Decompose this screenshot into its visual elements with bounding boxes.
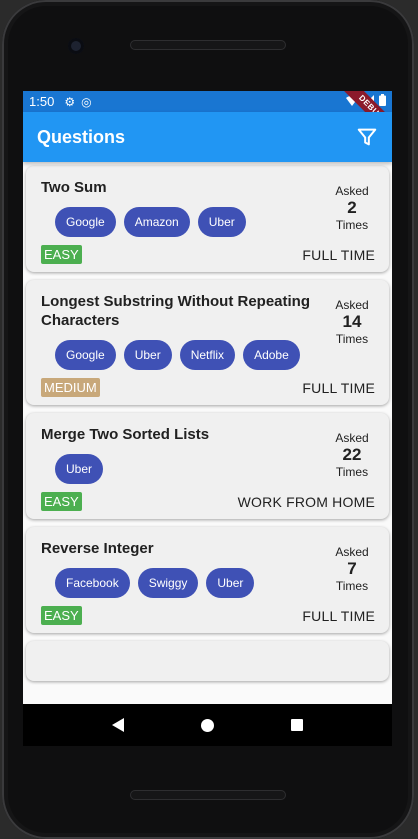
bottom-speaker [130,790,286,800]
question-card[interactable]: Merge Two Sorted Lists Uber Asked 22 Tim… [26,413,389,519]
company-chip[interactable]: Uber [197,207,246,237]
question-card[interactable]: Reverse Integer Facebook Swiggy Uber Ask… [26,527,389,633]
company-chip[interactable]: Netflix [179,340,236,370]
asked-label: Asked [335,298,369,312]
asked-counter: Asked 2 Times [329,178,375,237]
asked-counter: Asked 22 Times [329,425,375,484]
company-chip[interactable]: Uber [206,568,255,598]
settings-icon: ⚙ [64,94,76,109]
asked-counter: Asked 14 Times [329,292,375,370]
system-nav-bar [23,704,392,746]
company-chip[interactable]: Amazon [123,207,190,237]
asked-count: 14 [342,312,362,331]
asked-label: Asked [335,431,369,445]
home-icon[interactable] [200,718,214,732]
company-chips: Google Uber Netflix Adobe [41,340,329,370]
app-bar: Questions [23,112,392,162]
question-title: Longest Substring Without Repeating Char… [41,293,311,329]
data-saver-icon: ◎ [81,94,92,109]
job-type: FULL TIME [302,607,375,624]
top-speaker [130,40,286,50]
job-type: WORK FROM HOME [237,493,375,510]
job-type: FULL TIME [302,379,375,396]
company-chip[interactable]: Facebook [55,568,130,598]
status-bar: 1:50 ⚙ ◎ DEBUG [23,91,392,144]
company-chip[interactable]: Uber [55,454,104,484]
job-type: FULL TIME [302,246,375,263]
front-camera [68,38,84,54]
question-card[interactable]: Longest Substring Without Repeating Char… [26,280,389,405]
times-label: Times [335,332,369,346]
asked-counter: Asked 7 Times [329,539,375,598]
difficulty-badge: MEDIUM [41,378,100,397]
question-list: Two Sum Google Amazon Uber Asked 2 Times [23,166,392,681]
back-icon[interactable] [111,718,124,732]
company-chip[interactable]: Swiggy [137,568,199,598]
asked-count: 22 [342,445,362,464]
company-chip[interactable]: Adobe [243,340,300,370]
times-label: Times [335,465,369,479]
question-card[interactable]: Two Sum Google Amazon Uber Asked 2 Times [26,166,389,272]
filter-icon[interactable] [356,126,378,148]
app-screen: 1:50 ⚙ ◎ DEBUG Questions Two Sum Google … [23,91,392,704]
asked-label: Asked [335,184,369,198]
question-title: Two Sum [41,179,107,196]
asked-label: Asked [335,545,369,559]
question-title: Merge Two Sorted Lists [41,426,210,443]
company-chip[interactable]: Uber [123,340,172,370]
question-card-partial[interactable] [26,641,389,681]
company-chips: Uber [41,454,329,484]
company-chip[interactable]: Google [55,340,116,370]
status-time: 1:50 [29,94,55,109]
recents-icon[interactable] [291,719,304,731]
asked-count: 2 [347,198,357,217]
company-chips: Google Amazon Uber [41,207,329,237]
phone-frame: 1:50 ⚙ ◎ DEBUG Questions Two Sum Google … [2,0,414,839]
difficulty-badge: EASY [41,606,82,625]
page-title: Questions [37,126,126,147]
company-chip[interactable]: Google [55,207,116,237]
difficulty-badge: EASY [41,492,82,511]
asked-count: 7 [347,559,357,578]
question-title: Reverse Integer [41,540,154,557]
company-chips: Facebook Swiggy Uber [41,568,329,598]
times-label: Times [335,579,369,593]
times-label: Times [335,218,369,232]
difficulty-badge: EASY [41,245,82,264]
